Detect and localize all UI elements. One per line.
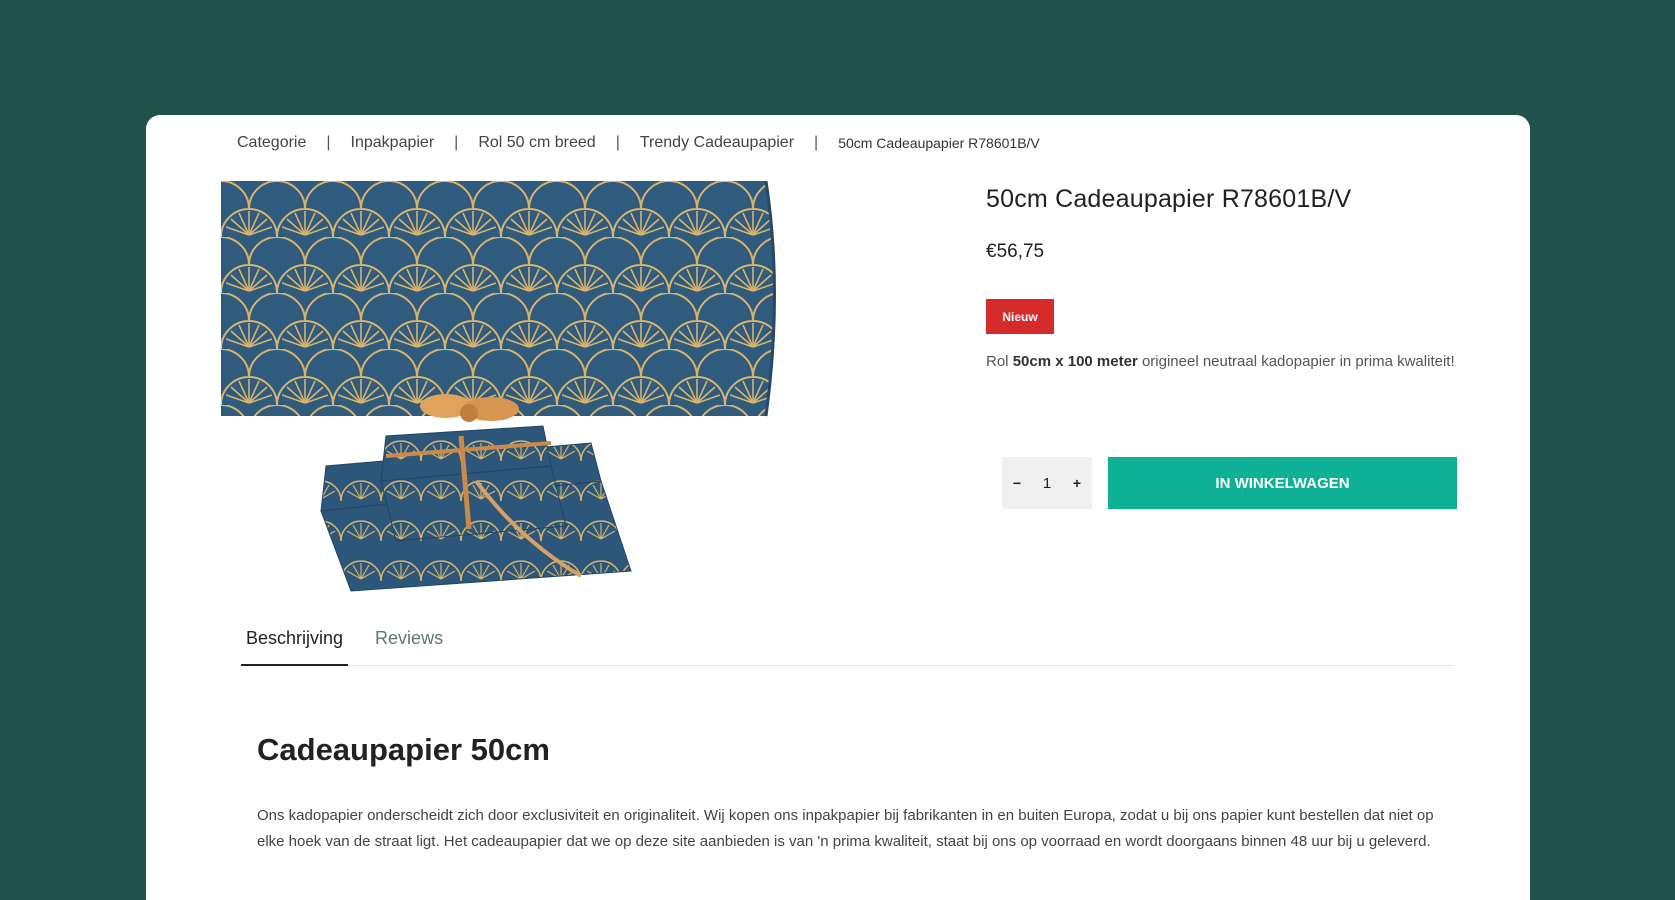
product-image[interactable] [221,181,781,606]
breadcrumb-item-inpakpapier[interactable]: Inpakpapier [351,134,435,152]
breadcrumb-item-rol-50cm[interactable]: Rol 50 cm breed [478,134,595,152]
short-desc-highlight: 50cm x 100 meter [1012,353,1138,370]
description-heading: Cadeaupapier 50cm [257,732,550,767]
product-card: Categorie | Inpakpapier | Rol 50 cm bree… [146,115,1530,900]
short-desc-suffix: origineel neutraal kadopapier in prima k… [1137,353,1455,370]
new-badge: Nieuw [986,299,1054,334]
quantity-decrease-button[interactable]: − [1007,475,1027,491]
breadcrumb: Categorie | Inpakpapier | Rol 50 cm bree… [237,134,1040,152]
breadcrumb-separator: | [615,134,620,151]
description-body: Ons kadopapier onderscheidt zich door ex… [257,807,1434,850]
add-to-cart-button[interactable]: IN WINKELWAGEN [1108,457,1457,509]
breadcrumb-separator: | [454,134,459,151]
breadcrumb-current: 50cm Cadeaupapier R78601B/V [838,135,1040,151]
short-desc-prefix: Rol [986,353,1013,370]
tab-beschrijving[interactable]: Beschrijving [241,618,349,666]
breadcrumb-separator: | [814,134,819,151]
product-title: 50cm Cadeaupapier R78601B/V [986,185,1352,213]
product-tabs: Beschrijving Reviews [241,618,1453,666]
product-short-description: Rol 50cm x 100 meter origineel neutraal … [986,353,1455,370]
breadcrumb-item-categorie[interactable]: Categorie [237,134,306,152]
breadcrumb-item-trendy[interactable]: Trendy Cadeaupapier [640,134,794,152]
quantity-increase-button[interactable]: + [1067,475,1087,491]
quantity-input[interactable]: 1 [1037,475,1057,492]
product-price: €56,75 [986,241,1045,262]
breadcrumb-separator: | [326,134,331,151]
tab-reviews[interactable]: Reviews [370,618,448,666]
quantity-stepper: − 1 + [1002,457,1092,509]
